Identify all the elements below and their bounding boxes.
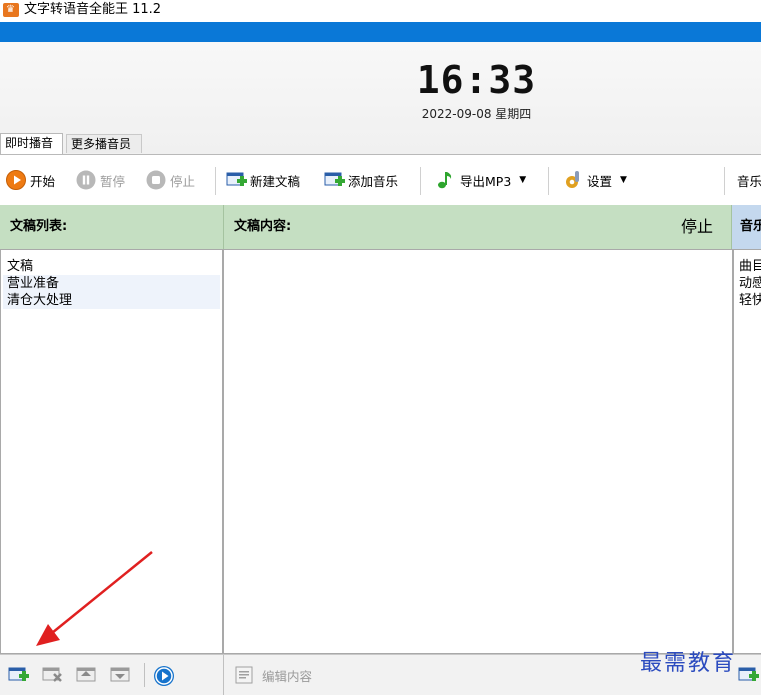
watermark: 最需教育	[640, 651, 737, 676]
red-arrow-annotation	[36, 551, 153, 646]
